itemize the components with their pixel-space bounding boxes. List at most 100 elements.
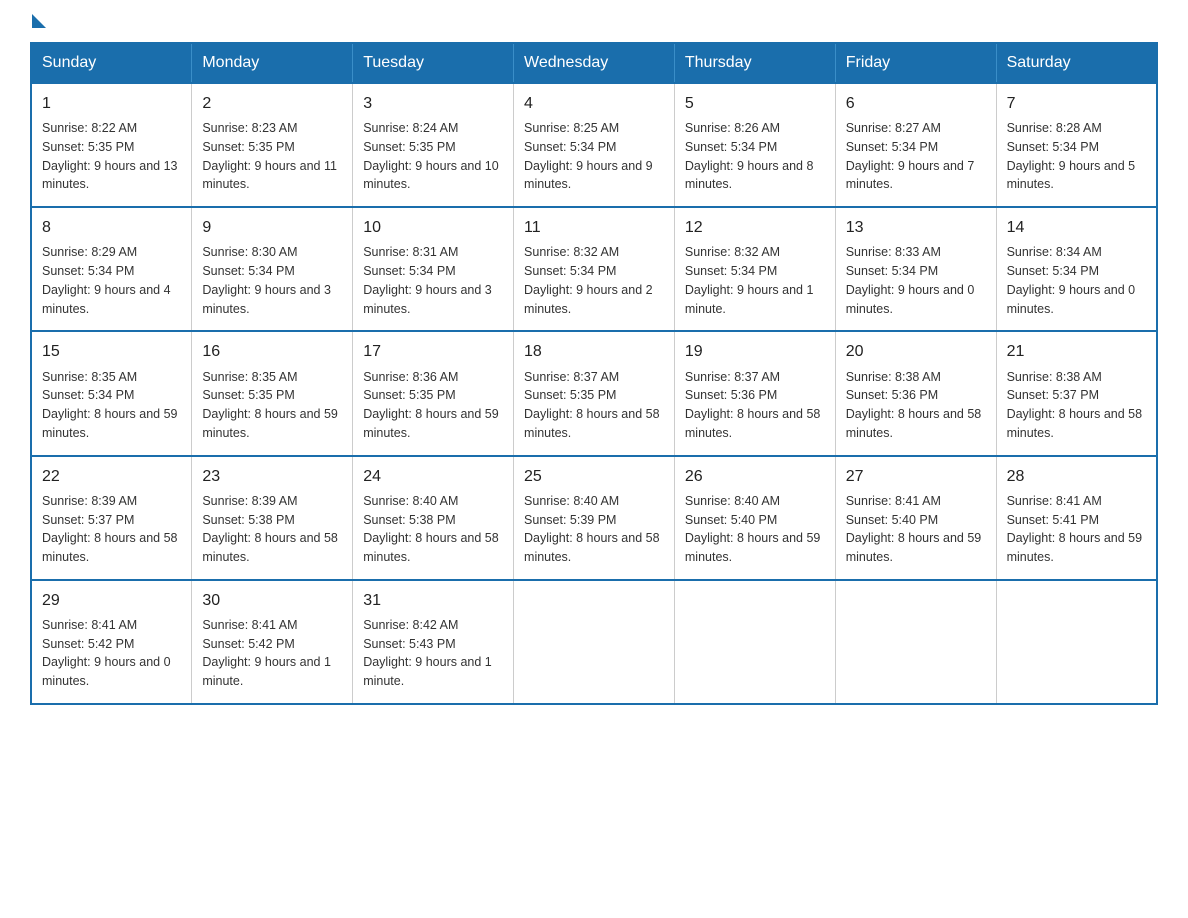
day-number: 17	[363, 340, 503, 363]
day-number: 9	[202, 216, 342, 239]
calendar-cell: 12Sunrise: 8:32 AMSunset: 5:34 PMDayligh…	[674, 207, 835, 331]
calendar-week-row: 22Sunrise: 8:39 AMSunset: 5:37 PMDayligh…	[31, 456, 1157, 580]
calendar-week-row: 1 Sunrise: 8:22 AMSunset: 5:35 PMDaylight…	[31, 83, 1157, 207]
weekday-header-tuesday: Tuesday	[353, 43, 514, 83]
day-info: Sunrise: 8:31 AMSunset: 5:34 PMDaylight:…	[363, 243, 503, 318]
day-number: 4	[524, 92, 664, 115]
day-number: 30	[202, 589, 342, 612]
day-number: 31	[363, 589, 503, 612]
day-number: 1	[42, 92, 181, 115]
calendar-header: SundayMondayTuesdayWednesdayThursdayFrid…	[31, 43, 1157, 83]
day-info: Sunrise: 8:26 AMSunset: 5:34 PMDaylight:…	[685, 119, 825, 194]
day-info: Sunrise: 8:36 AMSunset: 5:35 PMDaylight:…	[363, 368, 503, 443]
day-info: Sunrise: 8:40 AMSunset: 5:39 PMDaylight:…	[524, 492, 664, 567]
day-info: Sunrise: 8:25 AMSunset: 5:34 PMDaylight:…	[524, 119, 664, 194]
calendar-table: SundayMondayTuesdayWednesdayThursdayFrid…	[30, 42, 1158, 705]
calendar-cell: 5 Sunrise: 8:26 AMSunset: 5:34 PMDaylight…	[674, 83, 835, 207]
calendar-cell	[674, 580, 835, 704]
day-info: Sunrise: 8:37 AMSunset: 5:36 PMDaylight:…	[685, 368, 825, 443]
calendar-cell: 21 Sunrise: 8:38 AMSunset: 5:37 PMDayligh…	[996, 331, 1157, 455]
calendar-cell: 4 Sunrise: 8:25 AMSunset: 5:34 PMDaylight…	[514, 83, 675, 207]
calendar-cell: 16 Sunrise: 8:35 AMSunset: 5:35 PMDayligh…	[192, 331, 353, 455]
day-info: Sunrise: 8:39 AMSunset: 5:38 PMDaylight:…	[202, 492, 342, 567]
day-number: 18	[524, 340, 664, 363]
day-number: 8	[42, 216, 181, 239]
day-info: Sunrise: 8:40 AMSunset: 5:40 PMDaylight:…	[685, 492, 825, 567]
day-info: Sunrise: 8:34 AMSunset: 5:34 PMDaylight:…	[1007, 243, 1146, 318]
day-number: 6	[846, 92, 986, 115]
day-info: Sunrise: 8:24 AMSunset: 5:35 PMDaylight:…	[363, 119, 503, 194]
weekday-header-wednesday: Wednesday	[514, 43, 675, 83]
day-info: Sunrise: 8:38 AMSunset: 5:37 PMDaylight:…	[1007, 368, 1146, 443]
day-number: 13	[846, 216, 986, 239]
logo-arrow-icon	[32, 14, 46, 28]
calendar-cell: 26 Sunrise: 8:40 AMSunset: 5:40 PMDayligh…	[674, 456, 835, 580]
calendar-cell: 31 Sunrise: 8:42 AMSunset: 5:43 PMDayligh…	[353, 580, 514, 704]
calendar-cell: 30 Sunrise: 8:41 AMSunset: 5:42 PMDayligh…	[192, 580, 353, 704]
day-number: 27	[846, 465, 986, 488]
day-number: 20	[846, 340, 986, 363]
calendar-cell: 28 Sunrise: 8:41 AMSunset: 5:41 PMDayligh…	[996, 456, 1157, 580]
weekday-header-monday: Monday	[192, 43, 353, 83]
calendar-cell: 25 Sunrise: 8:40 AMSunset: 5:39 PMDayligh…	[514, 456, 675, 580]
calendar-cell: 11 Sunrise: 8:32 AMSunset: 5:34 PMDayligh…	[514, 207, 675, 331]
day-number: 10	[363, 216, 503, 239]
calendar-cell	[514, 580, 675, 704]
day-info: Sunrise: 8:41 AMSunset: 5:40 PMDaylight:…	[846, 492, 986, 567]
day-info: Sunrise: 8:28 AMSunset: 5:34 PMDaylight:…	[1007, 119, 1146, 194]
day-number: 15	[42, 340, 181, 363]
day-number: 16	[202, 340, 342, 363]
day-number: 24	[363, 465, 503, 488]
calendar-cell: 14Sunrise: 8:34 AMSunset: 5:34 PMDayligh…	[996, 207, 1157, 331]
day-info: Sunrise: 8:37 AMSunset: 5:35 PMDaylight:…	[524, 368, 664, 443]
day-info: Sunrise: 8:32 AMSunset: 5:34 PMDaylight:…	[685, 243, 825, 318]
weekday-header-friday: Friday	[835, 43, 996, 83]
calendar-cell: 19 Sunrise: 8:37 AMSunset: 5:36 PMDayligh…	[674, 331, 835, 455]
day-info: Sunrise: 8:40 AMSunset: 5:38 PMDaylight:…	[363, 492, 503, 567]
calendar-cell: 10 Sunrise: 8:31 AMSunset: 5:34 PMDayligh…	[353, 207, 514, 331]
day-info: Sunrise: 8:35 AMSunset: 5:34 PMDaylight:…	[42, 368, 181, 443]
calendar-cell: 29Sunrise: 8:41 AMSunset: 5:42 PMDayligh…	[31, 580, 192, 704]
day-info: Sunrise: 8:32 AMSunset: 5:34 PMDaylight:…	[524, 243, 664, 318]
day-info: Sunrise: 8:41 AMSunset: 5:42 PMDaylight:…	[202, 616, 342, 691]
day-info: Sunrise: 8:27 AMSunset: 5:34 PMDaylight:…	[846, 119, 986, 194]
calendar-cell: 8Sunrise: 8:29 AMSunset: 5:34 PMDaylight…	[31, 207, 192, 331]
day-number: 3	[363, 92, 503, 115]
page-header	[30, 20, 1158, 24]
calendar-cell: 22Sunrise: 8:39 AMSunset: 5:37 PMDayligh…	[31, 456, 192, 580]
calendar-week-row: 15 Sunrise: 8:35 AMSunset: 5:34 PMDayligh…	[31, 331, 1157, 455]
day-info: Sunrise: 8:41 AMSunset: 5:41 PMDaylight:…	[1007, 492, 1146, 567]
day-info: Sunrise: 8:22 AMSunset: 5:35 PMDaylight:…	[42, 119, 181, 194]
weekday-header-sunday: Sunday	[31, 43, 192, 83]
calendar-cell: 2Sunrise: 8:23 AMSunset: 5:35 PMDaylight…	[192, 83, 353, 207]
calendar-cell: 9Sunrise: 8:30 AMSunset: 5:34 PMDaylight…	[192, 207, 353, 331]
calendar-week-row: 29 Sunrise: 8:41 AMSunset: 5:42 PMDayligh…	[31, 580, 1157, 704]
day-number: 26	[685, 465, 825, 488]
day-info: Sunrise: 8:33 AMSunset: 5:34 PMDaylight:…	[846, 243, 986, 318]
day-info: Sunrise: 8:23 AMSunset: 5:35 PMDaylight:…	[202, 119, 342, 194]
calendar-week-row: 8Sunrise: 8:29 AMSunset: 5:34 PMDaylight…	[31, 207, 1157, 331]
day-info: Sunrise: 8:39 AMSunset: 5:37 PMDaylight:…	[42, 492, 181, 567]
day-info: Sunrise: 8:42 AMSunset: 5:43 PMDaylight:…	[363, 616, 503, 691]
calendar-cell: 23Sunrise: 8:39 AMSunset: 5:38 PMDayligh…	[192, 456, 353, 580]
calendar-cell: 6 Sunrise: 8:27 AMSunset: 5:34 PMDaylight…	[835, 83, 996, 207]
day-info: Sunrise: 8:35 AMSunset: 5:35 PMDaylight:…	[202, 368, 342, 443]
calendar-cell: 17 Sunrise: 8:36 AMSunset: 5:35 PMDayligh…	[353, 331, 514, 455]
weekday-header-saturday: Saturday	[996, 43, 1157, 83]
calendar-cell	[996, 580, 1157, 704]
day-number: 11	[524, 216, 664, 239]
calendar-cell	[835, 580, 996, 704]
day-number: 5	[685, 92, 825, 115]
day-number: 19	[685, 340, 825, 363]
day-number: 7	[1007, 92, 1146, 115]
day-number: 29	[42, 589, 181, 612]
day-info: Sunrise: 8:38 AMSunset: 5:36 PMDaylight:…	[846, 368, 986, 443]
weekday-header-thursday: Thursday	[674, 43, 835, 83]
calendar-cell: 20 Sunrise: 8:38 AMSunset: 5:36 PMDayligh…	[835, 331, 996, 455]
calendar-cell: 13 Sunrise: 8:33 AMSunset: 5:34 PMDayligh…	[835, 207, 996, 331]
day-number: 25	[524, 465, 664, 488]
day-number: 28	[1007, 465, 1146, 488]
logo	[30, 20, 46, 24]
calendar-cell: 24 Sunrise: 8:40 AMSunset: 5:38 PMDayligh…	[353, 456, 514, 580]
day-number: 21	[1007, 340, 1146, 363]
